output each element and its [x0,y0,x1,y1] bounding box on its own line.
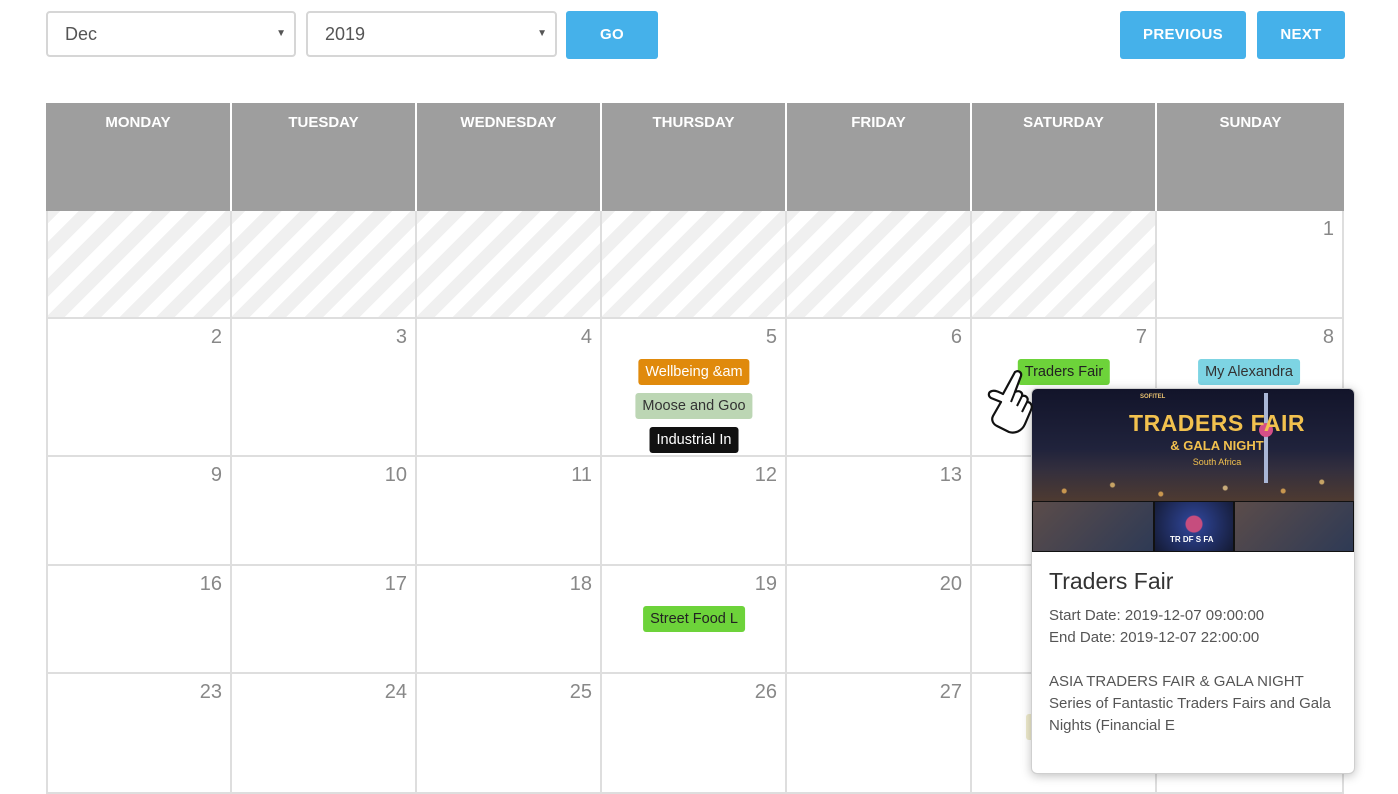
event-description: ASIA TRADERS FAIR & GALA NIGHT Series of… [1049,673,1331,734]
day-cell[interactable]: 19 Street Food L [602,566,787,674]
day-cell[interactable]: 27 [787,674,972,794]
calendar-toolbar: Dec ▼ 2019 ▼ GO PREVIOUS NEXT [0,0,1398,70]
day-number: 3 [395,326,407,348]
event-chip[interactable]: My Alexandra [1198,359,1300,385]
dropdown-arrow-icon: ▼ [276,28,286,39]
day-cell[interactable]: 1 [1157,211,1344,319]
day-number: 4 [580,326,592,348]
day-number: 18 [569,573,592,595]
day-cell[interactable]: 6 [787,319,972,457]
weekday-header-saturday: SATURDAY [972,103,1157,211]
weekday-header-monday: MONDAY [46,103,232,211]
day-cell[interactable]: 23 [46,674,232,794]
next-button[interactable]: NEXT [1257,11,1345,59]
day-number: 27 [939,681,962,703]
month-select-value: Dec [65,24,98,44]
day-cell[interactable]: 12 [602,457,787,566]
day-cell[interactable]: 11 [417,457,602,566]
poster-brand: SOFITEL [1140,394,1166,400]
hand-pointer-icon [987,370,1033,434]
day-number: 20 [939,573,962,595]
poster-region: South Africa [1192,457,1242,467]
day-cell[interactable]: 17 [232,566,417,674]
previous-button[interactable]: PREVIOUS [1120,11,1246,59]
event-poster-image: SOFITEL TRADERS FAIR & GALA NIGHT South … [1032,389,1354,552]
event-chip[interactable]: Street Food L [643,606,745,632]
day-number: 10 [384,464,407,486]
day-cell[interactable]: 16 [46,566,232,674]
poster-photo [1154,501,1234,552]
day-number: 2 [210,326,222,348]
day-cell[interactable]: 5 Wellbeing &am Moose and Goo Industrial… [602,319,787,457]
day-number: 26 [754,681,777,703]
weekday-header-tuesday: TUESDAY [232,103,417,211]
month-select[interactable]: Dec ▼ [46,11,296,57]
day-number: 11 [571,464,592,486]
day-number: 12 [754,464,777,486]
day-number: 25 [569,681,592,703]
day-number: 17 [384,573,407,595]
day-number: 9 [210,464,222,486]
day-cell[interactable]: 18 [417,566,602,674]
weekday-header-wednesday: WEDNESDAY [417,103,602,211]
day-cell[interactable]: 9 [46,457,232,566]
poster-photo-caption: TR DF S FA [1170,535,1214,544]
day-number: 19 [754,573,777,595]
day-number: 16 [199,573,222,595]
day-cell[interactable]: 25 [417,674,602,794]
day-number: 24 [384,681,407,703]
poster-title: TRADERS FAIR [1129,410,1305,436]
weekday-header-thursday: THURSDAY [602,103,787,211]
event-chip[interactable]: Wellbeing &am [638,359,750,385]
day-number: 8 [1322,326,1334,348]
event-start-date: Start Date: 2019-12-07 09:00:00 [1049,607,1265,624]
event-title: Traders Fair [1049,568,1174,594]
poster-subtitle: & GALA NIGHT [1170,438,1264,453]
day-cell[interactable]: 26 [602,674,787,794]
event-preview-popup[interactable]: SOFITEL TRADERS FAIR & GALA NIGHT South … [1031,388,1355,774]
poster-photo-strip [1032,501,1354,552]
day-cell[interactable]: 2 [46,319,232,457]
day-cell[interactable]: 20 [787,566,972,674]
day-cell[interactable]: 13 [787,457,972,566]
day-number: 23 [199,681,222,703]
day-cell-empty [417,211,602,319]
day-cell-empty [972,211,1157,319]
day-number: 1 [1322,218,1334,240]
dropdown-arrow-icon: ▼ [537,28,547,39]
event-end-date: End Date: 2019-12-07 22:00:00 [1049,629,1260,646]
day-cell-empty [787,211,972,319]
weekday-header-sunday: SUNDAY [1157,103,1344,211]
year-select[interactable]: 2019 ▼ [306,11,557,57]
day-number: 5 [765,326,777,348]
poster-photo [1032,501,1154,552]
year-select-value: 2019 [325,24,366,44]
day-cell[interactable]: 10 [232,457,417,566]
go-button[interactable]: GO [566,11,658,59]
tower-graphic [1259,393,1273,483]
day-number: 6 [950,326,962,348]
day-cell[interactable]: 4 [417,319,602,457]
event-chip[interactable]: Industrial In [649,427,739,453]
day-cell-empty [602,211,787,319]
day-number: 13 [939,464,962,486]
day-number: 7 [1135,326,1147,348]
day-cell[interactable]: 3 [232,319,417,457]
day-cell-empty [232,211,417,319]
day-cell-empty [46,211,232,319]
weekday-header-friday: FRIDAY [787,103,972,211]
day-cell[interactable]: 24 [232,674,417,794]
event-chip[interactable]: Moose and Goo [635,393,753,419]
poster-photo [1234,501,1354,552]
